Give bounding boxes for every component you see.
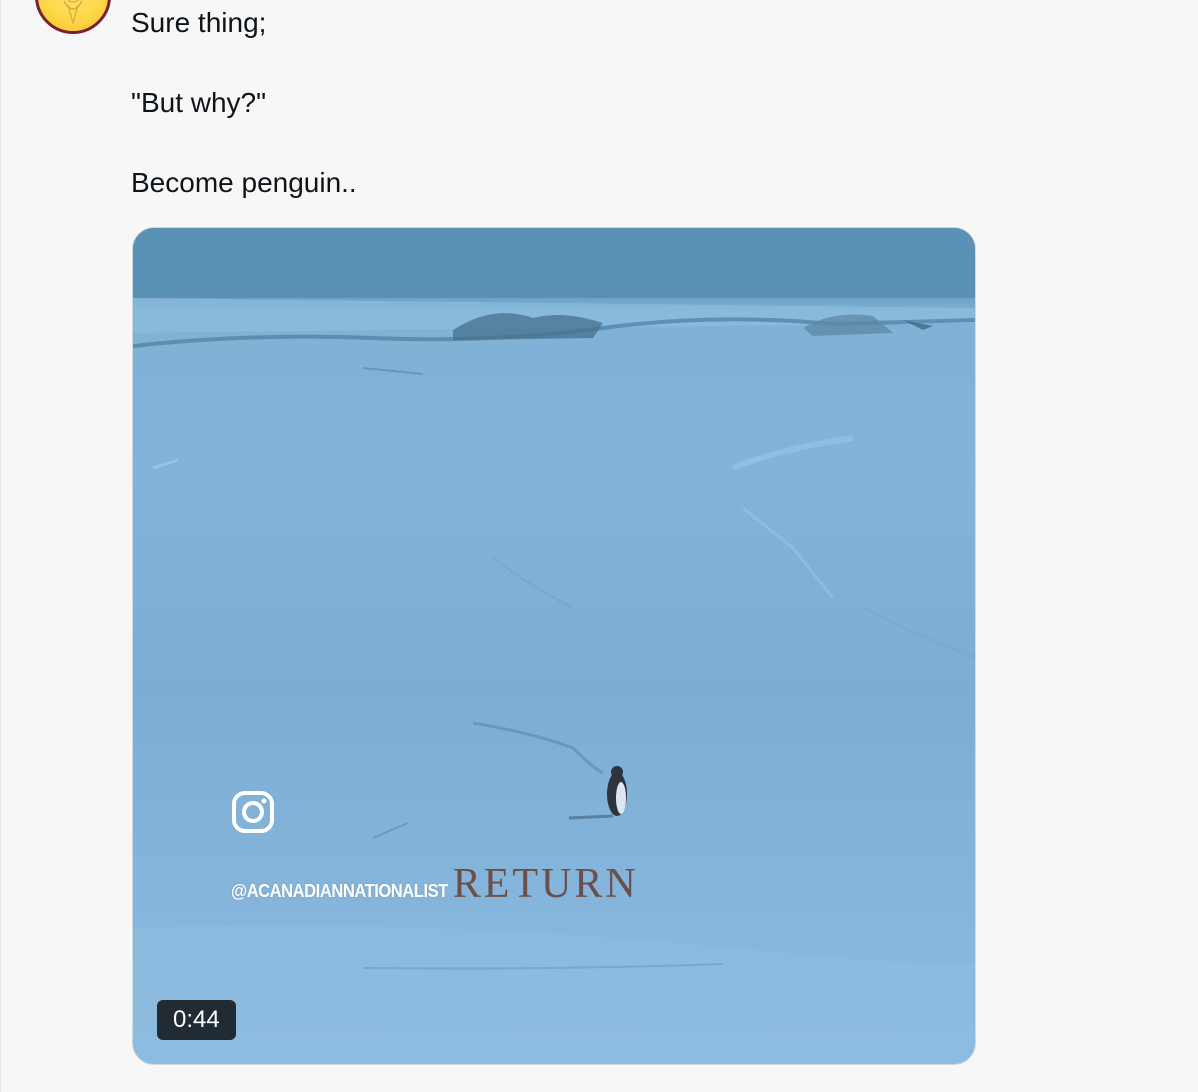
snow-foreground	[133, 925, 975, 1064]
video-player[interactable]: @ACANADIANNATIONALIST RETURN 0:44	[132, 227, 976, 1065]
tweet-line: Sure thing;	[131, 7, 267, 38]
overlay-title: RETURN	[452, 861, 639, 907]
instagram-icon	[232, 791, 274, 833]
snow-track	[862, 607, 975, 659]
video-watermark: @ACANADIANNATIONALIST RETURN	[231, 860, 639, 908]
duration-badge: 0:44	[157, 1000, 236, 1040]
tweet-text: Sure thing; "But why?" Become penguin..	[131, 3, 1031, 203]
snow-mark	[372, 822, 409, 839]
snow-mark	[152, 458, 179, 470]
snow-track	[492, 557, 574, 609]
tweet-line: Become penguin..	[131, 167, 357, 198]
ice-crack	[362, 367, 424, 375]
video-frame	[133, 228, 975, 1064]
snow-track	[731, 435, 854, 471]
penguin-trail	[472, 721, 604, 775]
avatar-illustration	[63, 0, 83, 26]
watermark-handle: @ACANADIANNATIONALIST	[231, 881, 448, 901]
penguin	[568, 766, 627, 820]
sea-band	[133, 228, 975, 298]
avatar[interactable]	[35, 0, 111, 34]
snow-track	[742, 506, 835, 599]
tweet-line: "But why?"	[131, 87, 267, 118]
timeline-border	[0, 0, 1, 1092]
